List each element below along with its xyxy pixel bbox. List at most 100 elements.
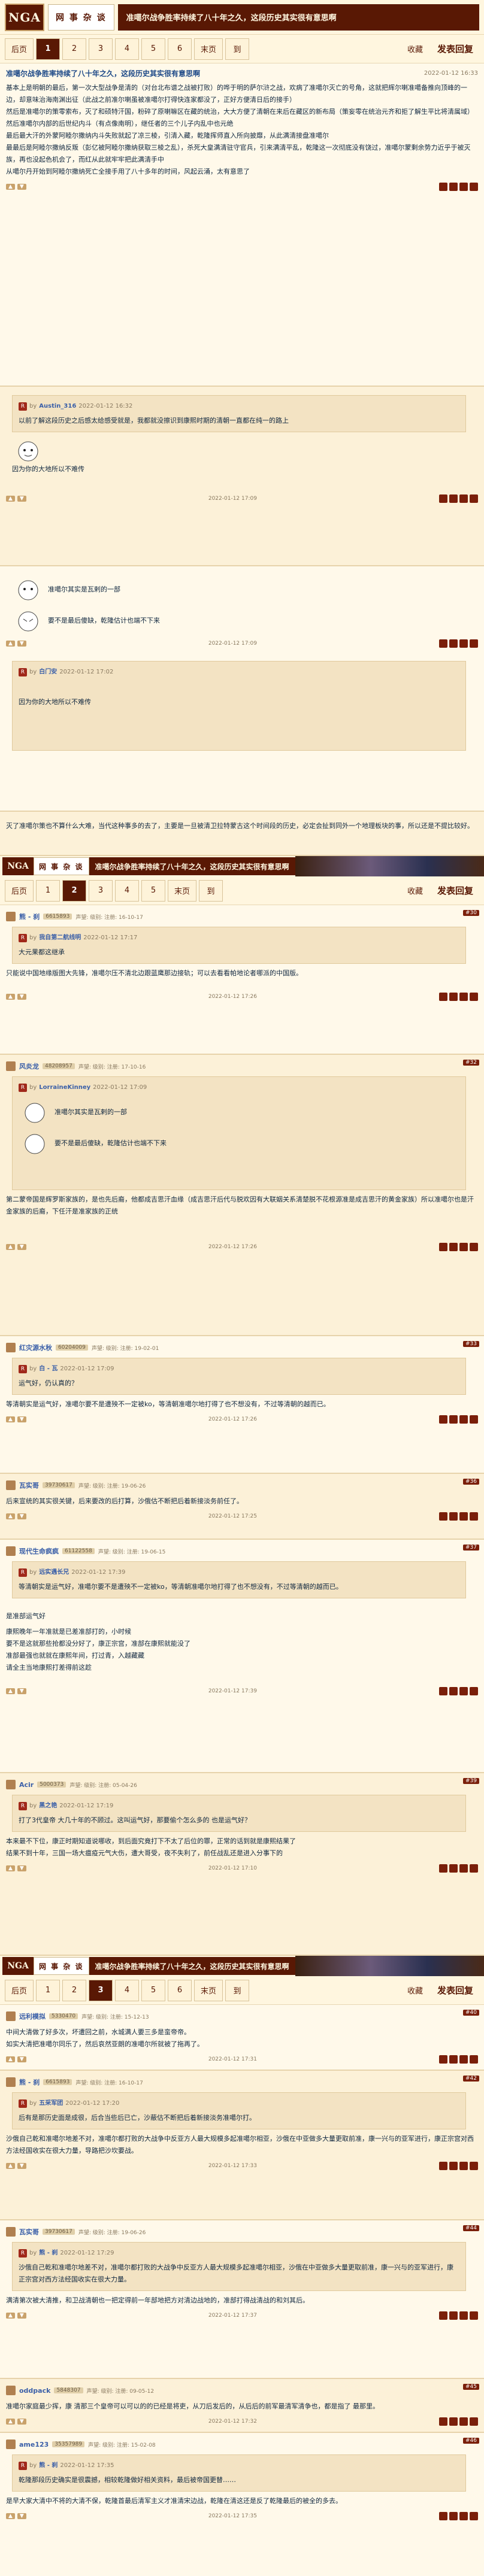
quote-icon[interactable] bbox=[439, 183, 447, 191]
site-logo[interactable]: NGA bbox=[2, 1957, 34, 1975]
reply-button[interactable]: 发表回复 bbox=[431, 38, 479, 60]
favorite-button[interactable]: 收藏 bbox=[401, 38, 429, 60]
page-2[interactable]: 2 bbox=[62, 879, 87, 902]
like-icon[interactable]: ▲ bbox=[6, 1865, 15, 1871]
quote-user[interactable]: 熊 - 刹 bbox=[39, 2247, 58, 2259]
avatar[interactable] bbox=[6, 2011, 16, 2021]
quote-user[interactable]: 远实遇长兄 bbox=[39, 1567, 69, 1579]
dislike-icon[interactable]: ▼ bbox=[17, 2419, 26, 2425]
quote-user[interactable]: 白门安 bbox=[39, 666, 57, 678]
back-button[interactable]: 后页 bbox=[5, 1979, 34, 2001]
page-1[interactable]: 1 bbox=[36, 38, 60, 60]
dislike-icon[interactable]: ▼ bbox=[17, 1416, 26, 1422]
reply-button[interactable]: 发表回复 bbox=[431, 880, 479, 902]
like-icon[interactable]: ▲ bbox=[6, 2313, 15, 2319]
page-6[interactable]: 6 bbox=[168, 1979, 192, 2001]
dislike-icon[interactable]: ▼ bbox=[17, 2056, 26, 2062]
dislike-icon[interactable]: ▼ bbox=[17, 1513, 26, 1519]
quote-icon[interactable] bbox=[438, 2512, 447, 2520]
floor-number[interactable]: #45 bbox=[463, 2384, 479, 2390]
edit-icon[interactable] bbox=[459, 1687, 468, 1695]
edit-icon[interactable] bbox=[459, 2417, 468, 2426]
like-icon[interactable]: ▲ bbox=[6, 2163, 15, 2169]
quote-user[interactable]: 白 - 瓦 bbox=[39, 1363, 58, 1375]
page-2[interactable]: 2 bbox=[62, 1979, 87, 2001]
page-4[interactable]: 4 bbox=[115, 38, 140, 60]
quote-user[interactable]: Austin_316 bbox=[39, 400, 76, 412]
like-icon[interactable]: ▲ bbox=[6, 2056, 15, 2062]
reply-icon[interactable] bbox=[449, 993, 458, 1001]
more-icon[interactable] bbox=[469, 2512, 478, 2520]
page-3[interactable]: 3 bbox=[89, 879, 113, 902]
edit-icon[interactable] bbox=[459, 1243, 468, 1251]
like-icon[interactable]: ▲ bbox=[6, 1416, 15, 1422]
dislike-icon[interactable]: ▼ bbox=[17, 1244, 26, 1250]
like-icon[interactable]: ▲ bbox=[6, 1513, 15, 1519]
last-page[interactable]: 末页 bbox=[194, 1979, 223, 2001]
more-icon[interactable] bbox=[469, 2311, 478, 2320]
avatar[interactable] bbox=[6, 2077, 16, 2087]
floor-number[interactable]: #46 bbox=[463, 2438, 479, 2444]
dislike-icon[interactable]: ▼ bbox=[17, 1688, 26, 1694]
quote-icon[interactable] bbox=[438, 639, 447, 648]
quote-user[interactable]: 熊 - 刹 bbox=[39, 2460, 58, 2472]
more-icon[interactable] bbox=[469, 639, 478, 648]
page-2[interactable]: 2 bbox=[62, 38, 87, 60]
reply-icon[interactable] bbox=[449, 639, 458, 648]
more-icon[interactable] bbox=[470, 183, 478, 191]
edit-icon[interactable] bbox=[459, 2055, 468, 2064]
avatar[interactable] bbox=[6, 2227, 16, 2237]
quote-icon[interactable] bbox=[438, 494, 447, 503]
last-page[interactable]: 末页 bbox=[194, 38, 223, 60]
user-name[interactable]: 红灾源水秋 bbox=[19, 1343, 52, 1352]
quote-icon[interactable] bbox=[438, 993, 447, 1001]
goto-page[interactable]: 到 bbox=[225, 1979, 250, 2001]
reply-icon[interactable] bbox=[449, 1687, 458, 1695]
like-icon[interactable]: ▲ bbox=[6, 2419, 15, 2425]
avatar[interactable] bbox=[6, 1061, 16, 1071]
user-name[interactable]: ame123 bbox=[19, 2441, 49, 2448]
avatar[interactable] bbox=[6, 1343, 16, 1352]
goto-page[interactable]: 到 bbox=[225, 38, 250, 60]
page-1[interactable]: 1 bbox=[36, 1979, 60, 2001]
reply-button[interactable]: 发表回复 bbox=[431, 1980, 479, 2001]
reply-icon[interactable] bbox=[449, 1512, 458, 1521]
edit-icon[interactable] bbox=[459, 2162, 468, 2170]
more-icon[interactable] bbox=[469, 2417, 478, 2426]
reply-icon[interactable] bbox=[449, 183, 458, 191]
user-name[interactable]: 远利模拟 bbox=[19, 2011, 46, 2021]
user-name[interactable]: 现代生命疯疯 bbox=[19, 1546, 59, 1556]
site-logo[interactable]: NGA bbox=[5, 3, 44, 31]
page-5[interactable]: 5 bbox=[141, 1979, 166, 2001]
edit-icon[interactable] bbox=[459, 1415, 468, 1424]
more-icon[interactable] bbox=[469, 1415, 478, 1424]
floor-number[interactable]: #30 bbox=[463, 910, 479, 916]
more-icon[interactable] bbox=[469, 2055, 478, 2064]
edit-icon[interactable] bbox=[459, 494, 468, 503]
avatar[interactable] bbox=[6, 2386, 16, 2395]
floor-number[interactable]: #33 bbox=[463, 1341, 479, 1347]
board-name[interactable]: 网 事 杂 谈 bbox=[34, 857, 89, 875]
quote-icon[interactable] bbox=[438, 2311, 447, 2320]
edit-icon[interactable] bbox=[459, 993, 468, 1001]
dislike-icon[interactable]: ▼ bbox=[17, 2513, 26, 2519]
page-5[interactable]: 5 bbox=[141, 38, 166, 60]
like-icon[interactable]: ▲ bbox=[6, 2513, 15, 2519]
dislike-icon[interactable]: ▼ bbox=[17, 994, 26, 1000]
user-name[interactable]: oddpack bbox=[19, 2387, 50, 2395]
dislike-icon[interactable]: ▼ bbox=[17, 2313, 26, 2319]
back-button[interactable]: 后页 bbox=[5, 879, 34, 902]
quote-user[interactable]: 黑之艳 bbox=[39, 1800, 57, 1812]
quote-icon[interactable] bbox=[438, 2055, 447, 2064]
favorite-button[interactable]: 收藏 bbox=[401, 1980, 429, 2001]
avatar[interactable] bbox=[6, 912, 16, 921]
reply-icon[interactable] bbox=[449, 2311, 458, 2320]
reply-icon[interactable] bbox=[449, 2417, 458, 2426]
user-name[interactable]: 瓦实哥 bbox=[19, 1480, 39, 1490]
floor-number[interactable]: #36 bbox=[463, 1479, 479, 1485]
more-icon[interactable] bbox=[469, 494, 478, 503]
more-icon[interactable] bbox=[469, 993, 478, 1001]
quote-icon[interactable] bbox=[438, 1864, 447, 1873]
last-page[interactable]: 末页 bbox=[168, 879, 197, 902]
page-1[interactable]: 1 bbox=[36, 879, 60, 902]
